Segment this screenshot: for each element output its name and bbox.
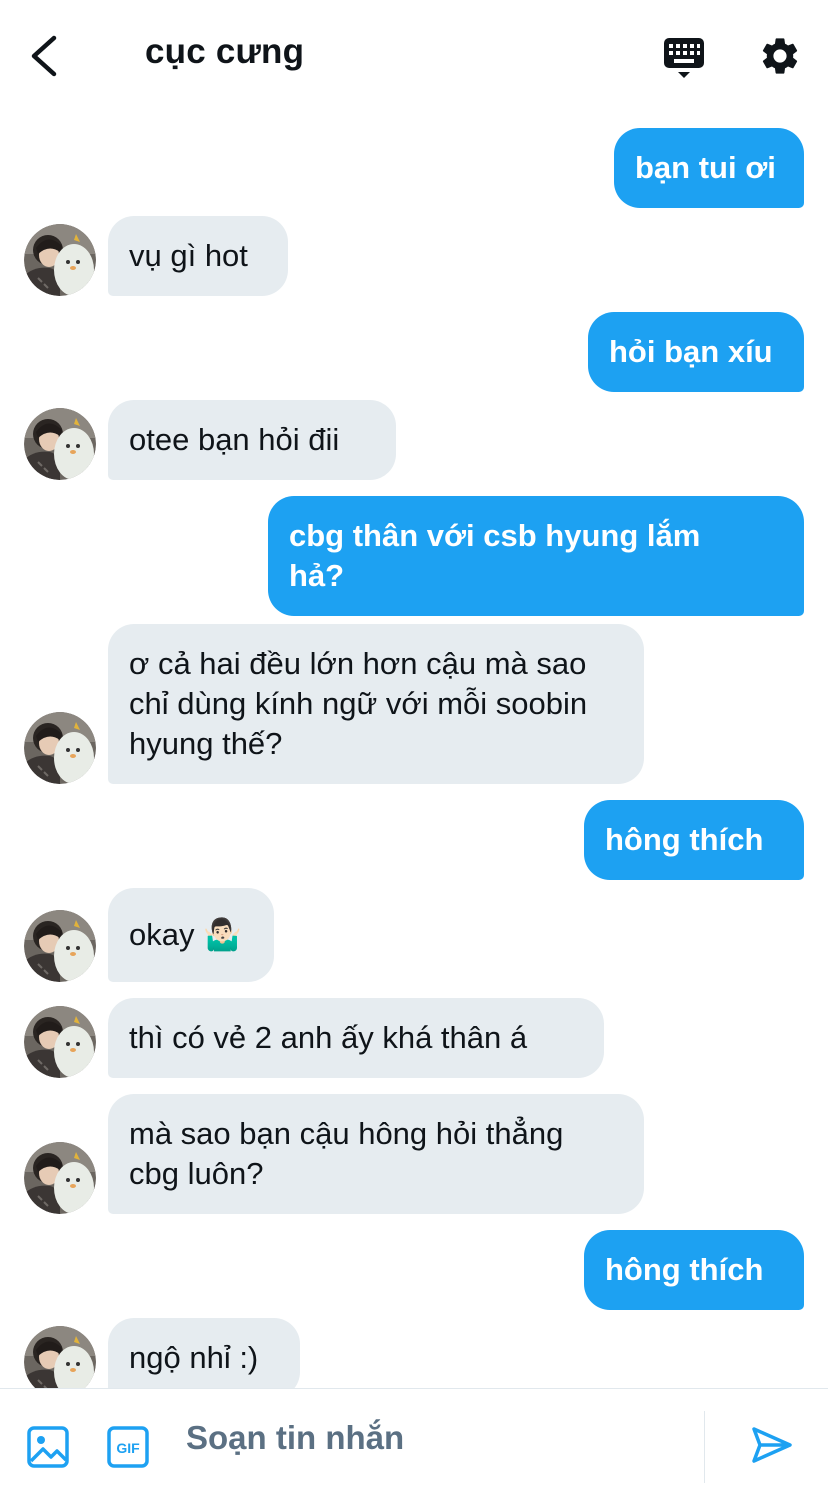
keyboard-icon [664, 38, 704, 78]
avatar[interactable] [24, 712, 96, 784]
chevron-left-icon [31, 35, 57, 77]
message-composer: GIF [0, 1388, 828, 1489]
send-icon [752, 1427, 792, 1463]
composer-divider [704, 1411, 705, 1483]
received-message[interactable]: thì có vẻ 2 anh ấy khá thân á [108, 998, 604, 1078]
add-gif-button[interactable]: GIF [106, 1425, 150, 1469]
sent-message[interactable]: bạn tui ơi [614, 128, 804, 208]
received-message[interactable]: ngộ nhỉ :) [108, 1318, 300, 1398]
avatar[interactable] [24, 1006, 96, 1078]
back-button[interactable] [26, 34, 66, 78]
chat-header: cục cưng [0, 0, 828, 112]
gif-icon: GIF [107, 1426, 149, 1468]
keyboard-button[interactable] [662, 36, 706, 80]
conversation-title: cục cưng [145, 32, 305, 71]
message-input[interactable] [184, 1413, 688, 1463]
sent-message[interactable]: cbg thân với csb hyung lắm hả? [268, 496, 804, 616]
settings-button[interactable] [758, 34, 802, 78]
avatar[interactable] [24, 224, 96, 296]
received-message[interactable]: otee bạn hỏi đii [108, 400, 396, 480]
avatar[interactable] [24, 1142, 96, 1214]
received-message[interactable]: ơ cả hai đều lớn hơn cậu mà sao chỉ dùng… [108, 624, 644, 784]
sent-message[interactable]: hông thích [584, 800, 804, 880]
received-message[interactable]: okay 🤷🏻‍♂️ [108, 888, 274, 982]
sent-message[interactable]: hỏi bạn xíu [588, 312, 804, 392]
image-icon [27, 1426, 69, 1468]
avatar[interactable] [24, 408, 96, 480]
received-message[interactable]: vụ gì hot [108, 216, 288, 296]
gear-icon [762, 38, 798, 74]
avatar[interactable] [24, 910, 96, 982]
sent-message[interactable]: hông thích [584, 1230, 804, 1310]
add-image-button[interactable] [26, 1425, 70, 1469]
gif-label: GIF [116, 1440, 140, 1456]
send-button[interactable] [750, 1423, 794, 1467]
received-message[interactable]: mà sao bạn cậu hông hỏi thẳng cbg luôn? [108, 1094, 644, 1214]
